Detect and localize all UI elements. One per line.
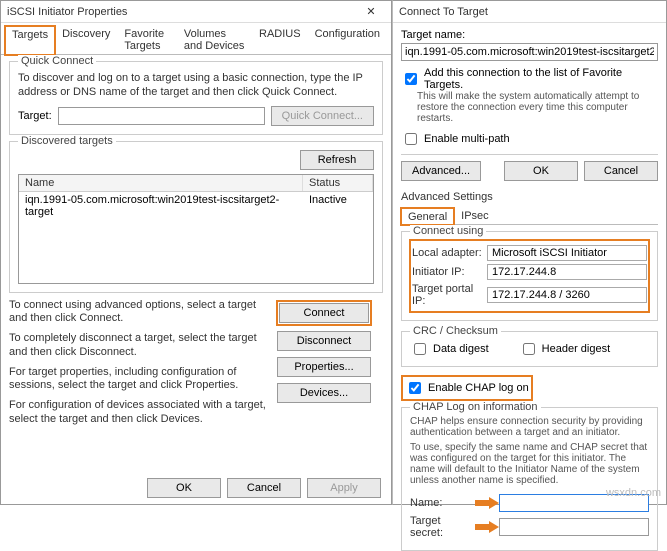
- enable-chap-check-input[interactable]: [409, 382, 421, 394]
- refresh-button[interactable]: Refresh: [300, 150, 374, 170]
- favorite-targets-checkbox[interactable]: Add this connection to the list of Favor…: [401, 67, 658, 91]
- quick-connect-legend: Quick Connect: [18, 55, 96, 67]
- col-name: Name: [19, 175, 303, 191]
- main-tabstrip: Targets Discovery Favorite Targets Volum…: [1, 25, 391, 55]
- dialog-buttons-left: OK Cancel Apply: [147, 478, 381, 498]
- tab-volumes-devices[interactable]: Volumes and Devices: [177, 25, 252, 54]
- data-digest-checkbox[interactable]: Data digest: [410, 340, 489, 358]
- chap-secret-input[interactable]: [499, 518, 649, 536]
- crc-legend: CRC / Checksum: [410, 325, 501, 337]
- chap-info-legend: CHAP Log on information: [410, 401, 541, 413]
- tab-configuration[interactable]: Configuration: [308, 25, 387, 54]
- quick-connect-target-input[interactable]: [58, 107, 265, 125]
- multipath-checkbox[interactable]: Enable multi-path: [401, 130, 510, 148]
- close-icon[interactable]: ✕: [357, 5, 385, 18]
- discovered-targets-group: Discovered targets Refresh Name Status i…: [9, 141, 383, 293]
- targets-list[interactable]: Name Status iqn.1991-05.com.microsoft:wi…: [18, 174, 374, 284]
- actions-area: To connect using advanced options, selec…: [9, 299, 383, 449]
- titlebar-left: iSCSI Initiator Properties ✕: [1, 1, 391, 23]
- connect-using-legend: Connect using: [410, 225, 486, 237]
- multipath-check-input[interactable]: [405, 133, 417, 145]
- tab-radius[interactable]: RADIUS: [252, 25, 308, 54]
- chap-desc2: To use, specify the same name and CHAP s…: [410, 442, 649, 486]
- connect-to-target-window: Connect To Target Target name: Add this …: [392, 0, 667, 505]
- disconnect-button[interactable]: Disconnect: [277, 331, 371, 351]
- arrow-right-icon: [475, 521, 499, 533]
- apply-button-left[interactable]: Apply: [307, 478, 381, 498]
- titlebar-right: Connect To Target: [393, 1, 666, 23]
- discovered-legend: Discovered targets: [18, 135, 116, 147]
- chap-desc1: CHAP helps ensure connection security by…: [410, 416, 649, 438]
- enable-chap-checkbox[interactable]: Enable CHAP log on: [405, 379, 529, 397]
- window-title-left: iSCSI Initiator Properties: [7, 6, 127, 18]
- tab-general[interactable]: General: [401, 208, 454, 225]
- quick-connect-button[interactable]: Quick Connect...: [271, 106, 374, 126]
- local-adapter-select[interactable]: Microsoft iSCSI Initiator: [487, 245, 647, 261]
- target-label: Target:: [18, 110, 52, 122]
- tab-targets[interactable]: Targets: [5, 26, 55, 55]
- target-portal-ip-label: Target portal IP:: [412, 283, 487, 307]
- tab-favorite-targets[interactable]: Favorite Targets: [117, 25, 176, 54]
- iscsi-properties-window: iSCSI Initiator Properties ✕ Targets Dis…: [0, 0, 392, 505]
- initiator-ip-label: Initiator IP:: [412, 266, 487, 278]
- window-title-right: Connect To Target: [399, 6, 488, 18]
- row-status: Inactive: [303, 192, 373, 220]
- favorite-targets-check-input[interactable]: [405, 73, 417, 85]
- chap-secret-label: Target secret:: [410, 515, 475, 539]
- tab-ipsec[interactable]: IPsec: [454, 207, 496, 224]
- properties-desc: For target properties, including configu…: [9, 366, 269, 394]
- devices-desc: For configuration of devices associated …: [9, 399, 269, 427]
- connect-desc: To connect using advanced options, selec…: [9, 299, 269, 327]
- cancel-button-left[interactable]: Cancel: [227, 478, 301, 498]
- local-adapter-label: Local adapter:: [412, 247, 487, 259]
- header-digest-checkbox[interactable]: Header digest: [519, 340, 611, 358]
- target-name-input[interactable]: [401, 43, 658, 61]
- devices-button[interactable]: Devices...: [277, 383, 371, 403]
- disconnect-desc: To completely disconnect a target, selec…: [9, 332, 269, 360]
- ok-button-right[interactable]: OK: [504, 161, 578, 181]
- favorite-desc: This will make the system automatically …: [417, 91, 658, 124]
- table-row[interactable]: iqn.1991-05.com.microsoft:win2019test-is…: [19, 192, 373, 220]
- target-name-label: Target name:: [401, 29, 658, 41]
- watermark: wsxdn.com: [606, 487, 661, 499]
- quick-connect-group: Quick Connect To discover and log on to …: [9, 61, 383, 135]
- advanced-settings-title: Advanced Settings: [401, 191, 658, 203]
- advanced-tabstrip: General IPsec: [401, 207, 658, 225]
- quick-connect-desc: To discover and log on to a target using…: [18, 72, 374, 100]
- initiator-ip-select[interactable]: 172.17.244.8: [487, 264, 647, 280]
- advanced-button[interactable]: Advanced...: [401, 161, 481, 181]
- ok-button-left[interactable]: OK: [147, 478, 221, 498]
- connect-button[interactable]: Connect: [279, 303, 369, 323]
- arrow-right-icon: [475, 497, 499, 509]
- properties-button[interactable]: Properties...: [277, 357, 371, 377]
- col-status: Status: [303, 175, 373, 191]
- list-header: Name Status: [19, 175, 373, 192]
- cancel-button-right[interactable]: Cancel: [584, 161, 658, 181]
- target-portal-ip-select[interactable]: 172.17.244.8 / 3260: [487, 287, 647, 303]
- chap-name-label: Name:: [410, 497, 475, 509]
- tab-discovery[interactable]: Discovery: [55, 25, 117, 54]
- row-name: iqn.1991-05.com.microsoft:win2019test-is…: [19, 192, 303, 220]
